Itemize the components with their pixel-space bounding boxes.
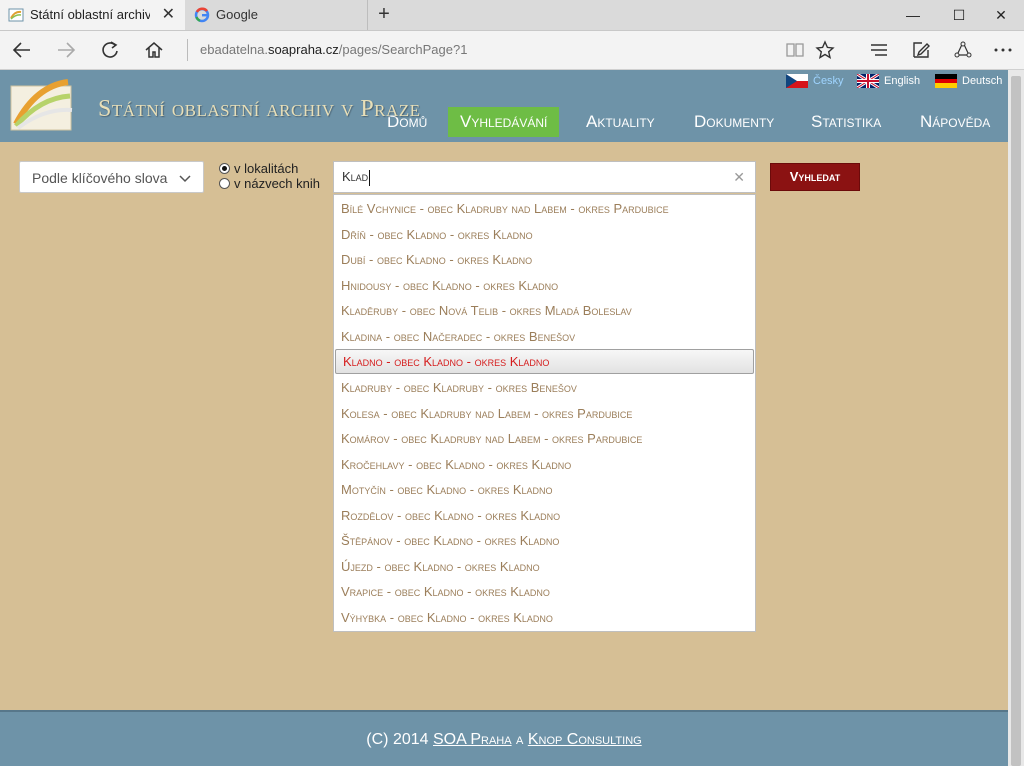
suggestion-item[interactable]: Kladruby - obec Kladruby - okres Benešov: [334, 375, 755, 400]
suggestion-item[interactable]: Rozdělov - obec Kladno - okres Kladno: [334, 503, 755, 528]
nav-napoveda[interactable]: Nápověda: [920, 107, 990, 137]
lang-german[interactable]: Deutsch: [935, 74, 1002, 88]
nav-dokumenty[interactable]: Dokumenty: [694, 107, 774, 137]
clear-search-icon[interactable]: ✕: [733, 162, 745, 192]
uk-flag-icon: [857, 74, 879, 88]
url-domain: soapraha.cz: [267, 42, 339, 57]
scrollbar-thumb[interactable]: [1011, 76, 1021, 766]
suggestion-item[interactable]: Štěpánov - obec Kladno - okres Kladno: [334, 528, 755, 553]
search-input[interactable]: Klad ✕: [333, 161, 756, 193]
suggestion-item[interactable]: Dříň - obec Kladno - okres Kladno: [334, 222, 755, 247]
footer-and: a: [511, 731, 528, 748]
lang-czech-label: Česky: [813, 75, 844, 87]
maximize-icon[interactable]: ☐: [936, 0, 982, 30]
address-toolbar: ebadatelna.soapraha.cz/pages/SearchPage?…: [0, 31, 1024, 70]
text-caret: [369, 169, 371, 186]
lang-czech[interactable]: Česky: [786, 74, 844, 88]
refresh-icon[interactable]: [92, 36, 128, 64]
forward-arrow-icon[interactable]: [48, 36, 84, 64]
tab-title: Státní oblastní archiv v P: [30, 7, 150, 22]
radio-locations-label: v lokalitách: [234, 161, 299, 176]
reading-view-icon[interactable]: [778, 36, 812, 64]
share-icon[interactable]: [946, 36, 980, 64]
footer-link-soa[interactable]: SOA Praha: [433, 731, 512, 748]
nav-vyhledavani[interactable]: Vyhledávání: [448, 107, 560, 137]
radio-locations-dot[interactable]: [219, 163, 230, 174]
search-button[interactable]: Vyhledat: [770, 163, 860, 191]
tab-soa-archive[interactable]: Státní oblastní archiv v P ✕: [0, 0, 185, 30]
site-footer: (C) 2014 SOA Praha a Knop Consulting: [0, 710, 1008, 766]
suggestion-item[interactable]: Motyčín - obec Kladno - okres Kladno: [334, 477, 755, 502]
google-favicon-icon: [194, 7, 210, 23]
suggestion-item-highlighted[interactable]: Kladno - obec Kladno - okres Kladno: [335, 349, 754, 374]
site-header: Česky English Deutsch Domů Státní oblast…: [0, 70, 1008, 142]
footer-copyright: (C) 2014: [366, 731, 433, 748]
radio-books-label: v názvech knih: [234, 176, 320, 191]
browser-tab-bar: Státní oblastní archiv v P ✕ Google + — …: [0, 0, 1024, 31]
search-area: Podle klíčového slova v lokalitách v náz…: [0, 142, 1008, 710]
suggestion-item[interactable]: Výhybka - obec Kladno - okres Kladno: [334, 605, 755, 630]
suggestion-item[interactable]: Vrapice - obec Kladno - okres Kladno: [334, 579, 755, 604]
new-tab-plus-icon[interactable]: +: [373, 0, 395, 30]
url-field[interactable]: ebadatelna.soapraha.cz/pages/SearchPage?…: [187, 39, 760, 61]
url-path: /pages/SearchPage?1: [338, 42, 468, 57]
lang-german-label: Deutsch: [962, 75, 1003, 87]
search-mode-value: Podle klíčového slova: [32, 170, 168, 186]
lang-english[interactable]: English: [857, 74, 920, 88]
suggestion-item[interactable]: Kolesa - obec Kladruby nad Labem - okres…: [334, 401, 755, 426]
hub-menu-icon[interactable]: [862, 36, 896, 64]
radio-books[interactable]: v názvech knih: [219, 176, 320, 191]
footer-link-knop[interactable]: Knop Consulting: [528, 731, 642, 748]
nav-statistika[interactable]: Statistika: [811, 107, 881, 137]
back-arrow-icon[interactable]: [4, 36, 40, 64]
suggestion-item[interactable]: Kročehlavy - obec Kladno - okres Kladno: [334, 452, 755, 477]
suggestion-item[interactable]: Bílé Vchynice - obec Kladruby nad Labem …: [334, 196, 755, 221]
web-note-icon[interactable]: [904, 36, 938, 64]
nav-aktuality[interactable]: Aktuality: [586, 107, 655, 137]
soa-logo-icon[interactable]: [8, 76, 76, 134]
chevron-down-icon: [179, 162, 191, 194]
tab-google[interactable]: Google: [186, 0, 368, 30]
search-mode-select[interactable]: Podle klíčového slova: [19, 161, 204, 193]
tab-title: Google: [216, 7, 258, 22]
window-close-icon[interactable]: ✕: [978, 0, 1024, 30]
minimize-icon[interactable]: —: [890, 0, 936, 30]
search-query: Klad: [342, 169, 369, 184]
suggestion-item[interactable]: Komárov - obec Kladruby nad Labem - okre…: [334, 426, 755, 451]
radio-books-dot[interactable]: [219, 178, 230, 189]
czech-flag-icon: [786, 74, 808, 88]
home-icon[interactable]: [136, 36, 172, 64]
suggestion-item[interactable]: Kladěruby - obec Nová Telib - okres Mlad…: [334, 298, 755, 323]
site-title: Státní oblastní archiv v Praze: [98, 96, 421, 122]
suggestion-item[interactable]: Újezd - obec Kladno - okres Kladno: [334, 554, 755, 579]
suggestion-item[interactable]: Kladina - obec Načeradec - okres Benešov: [334, 324, 755, 349]
favorite-star-icon[interactable]: [808, 36, 842, 64]
lang-english-label: English: [884, 75, 921, 87]
suggestion-item[interactable]: Dubí - obec Kladno - okres Kladno: [334, 247, 755, 272]
german-flag-icon: [935, 74, 957, 88]
tab-close-icon[interactable]: ✕: [162, 0, 175, 30]
more-dots-icon[interactable]: [986, 36, 1020, 64]
archive-favicon-icon: [8, 8, 24, 22]
url-prefix: ebadatelna.: [200, 42, 268, 57]
suggestion-item[interactable]: Hnidousy - obec Kladno - okres Kladno: [334, 273, 755, 298]
radio-locations[interactable]: v lokalitách: [219, 161, 298, 176]
suggestion-list: Bílé Vchynice - obec Kladruby nad Labem …: [333, 194, 756, 632]
